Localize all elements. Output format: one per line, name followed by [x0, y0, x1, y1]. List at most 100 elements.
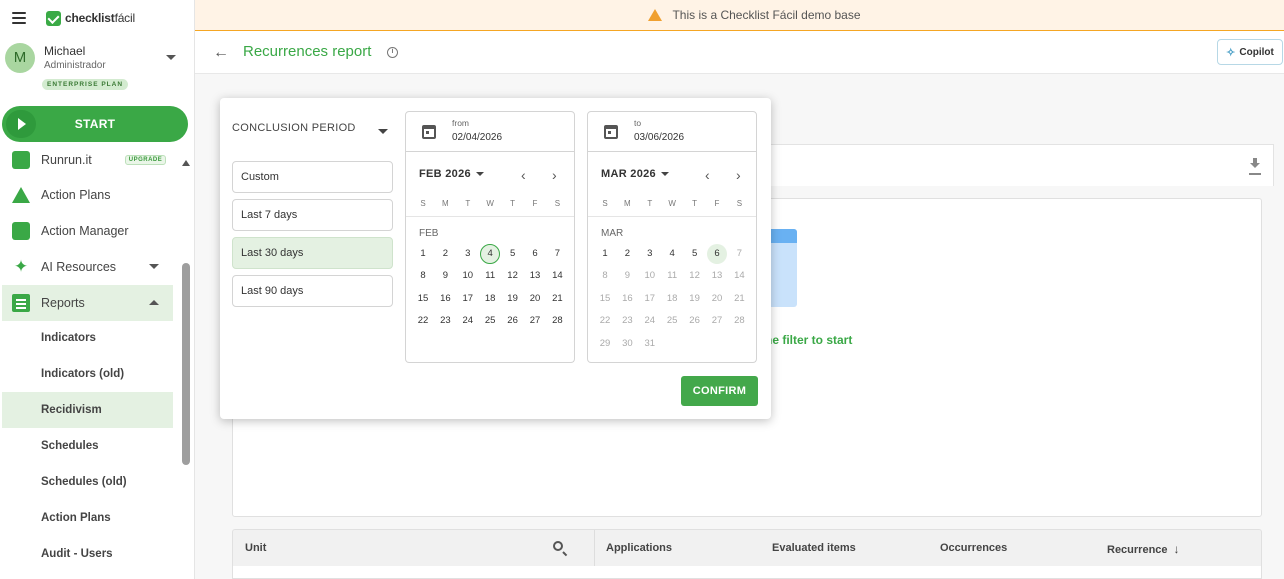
- weekday-label: S: [602, 199, 608, 208]
- calendar-day: 22: [599, 315, 611, 327]
- sidebar-subitem-recidivism[interactable]: Recidivism: [2, 392, 173, 428]
- chevron-down-icon[interactable]: [166, 55, 176, 60]
- calendar-day[interactable]: 25: [480, 311, 500, 331]
- logo: checklistfácil: [46, 10, 135, 26]
- search-icon[interactable]: [553, 541, 563, 551]
- calendar-day[interactable]: 1: [595, 244, 615, 264]
- period-type-select[interactable]: CONCLUSION PERIOD: [232, 122, 390, 142]
- avatar: M: [5, 43, 35, 73]
- calendar-day[interactable]: 4: [480, 244, 501, 264]
- calendar-day[interactable]: 2: [435, 244, 455, 264]
- calendar-day[interactable]: 24: [458, 311, 478, 331]
- info-icon[interactable]: i: [387, 47, 398, 58]
- preset-last-7-days[interactable]: Last 7 days: [232, 199, 393, 231]
- calendar-day[interactable]: 14: [547, 266, 567, 286]
- weekday-label: S: [736, 199, 743, 208]
- sidebar-item-action-plans[interactable]: Action Plans: [2, 177, 173, 213]
- calendar-day[interactable]: 12: [503, 266, 523, 286]
- back-arrow-icon[interactable]: ←: [213, 45, 229, 61]
- next-month-icon[interactable]: ›: [736, 168, 741, 182]
- calendar-day: 17: [644, 292, 656, 304]
- weekday-label: W: [486, 199, 494, 208]
- calendar-day[interactable]: 22: [413, 311, 433, 331]
- column-header-recurrence-label: Recurrence: [1107, 544, 1168, 556]
- calendar-day[interactable]: 15: [413, 289, 433, 309]
- kanban-icon: [12, 222, 30, 240]
- prev-month-icon[interactable]: ‹: [705, 168, 710, 182]
- calendar-day[interactable]: 4: [662, 244, 682, 264]
- calendar-day: 30: [622, 337, 633, 349]
- calendar-day[interactable]: 9: [435, 266, 455, 286]
- month-selector[interactable]: MAR 2026: [601, 168, 669, 180]
- calendar-day[interactable]: 21: [547, 289, 567, 309]
- calendar-day[interactable]: 11: [480, 266, 500, 286]
- from-label: from: [452, 118, 469, 128]
- calendar-day[interactable]: 16: [435, 289, 455, 309]
- calendar-day[interactable]: 28: [547, 311, 567, 331]
- user-role: Administrador: [44, 60, 106, 71]
- download-icon-base: [1249, 173, 1261, 175]
- calendar-day[interactable]: 13: [525, 266, 545, 286]
- to-value: 03/06/2026: [634, 132, 685, 143]
- calendar-day[interactable]: 2: [617, 244, 637, 264]
- sidebar-item-reports[interactable]: Reports: [2, 285, 173, 321]
- chevron-down-icon[interactable]: [378, 129, 388, 134]
- sidebar-item-runrun[interactable]: Runrun.it UPGRADE: [2, 150, 173, 178]
- sidebar-subitem-audit-users[interactable]: Audit - Users: [2, 536, 173, 572]
- calendar-day[interactable]: 20: [525, 289, 545, 309]
- calendar-day[interactable]: 5: [503, 244, 523, 264]
- calendar-day[interactable]: 18: [480, 289, 500, 309]
- column-header-evaluated-items[interactable]: Evaluated items: [772, 542, 856, 554]
- calendar-day[interactable]: 19: [503, 289, 523, 309]
- confirm-button[interactable]: CONFIRM: [681, 376, 758, 406]
- checklist-logo-icon: [46, 10, 61, 26]
- calendar-day: 23: [622, 315, 633, 327]
- to-date-field[interactable]: to 03/06/2026: [587, 111, 757, 152]
- sidebar-subitem-indicators[interactable]: Indicators: [2, 320, 173, 356]
- download-icon[interactable]: [1249, 158, 1261, 172]
- menu-icon[interactable]: [12, 12, 26, 24]
- month-selector[interactable]: FEB 2026: [419, 168, 484, 180]
- scrollbar-thumb[interactable]: [182, 263, 190, 465]
- weekday-label: T: [510, 199, 516, 208]
- sort-down-icon[interactable]: ↓: [1174, 542, 1180, 556]
- calendar-day[interactable]: 10: [458, 266, 478, 286]
- column-header-occurrences[interactable]: Occurrences: [940, 542, 1007, 554]
- sidebar-item-label: Action Manager: [41, 224, 129, 238]
- sidebar-item-ai-resources[interactable]: ✦ AI Resources: [2, 249, 173, 285]
- calendar-day[interactable]: 7: [547, 244, 567, 264]
- sidebar-item-action-manager[interactable]: Action Manager: [2, 213, 173, 249]
- preset-last-30-days[interactable]: Last 30 days: [232, 237, 393, 269]
- calendar-day[interactable]: 26: [503, 311, 523, 331]
- calendar-day[interactable]: 5: [685, 244, 705, 264]
- calendar-day[interactable]: 23: [435, 311, 455, 331]
- weekday-label: T: [692, 199, 698, 208]
- sidebar-subitem-action-plans[interactable]: Action Plans: [2, 500, 173, 536]
- sidebar-subitem-indicators-old[interactable]: Indicators (old): [2, 356, 173, 392]
- calendar-day[interactable]: 1: [413, 244, 433, 264]
- prev-month-icon[interactable]: ‹: [521, 168, 526, 182]
- user-menu[interactable]: M Michael Administrador ENTERPRISE PLAN: [5, 42, 185, 94]
- preset-custom[interactable]: Custom: [232, 161, 393, 193]
- scroll-up-icon[interactable]: [182, 160, 190, 166]
- calendar-day[interactable]: 3: [458, 244, 478, 264]
- column-header-recurrence[interactable]: Recurrence ↓: [1107, 542, 1180, 556]
- start-button[interactable]: START: [2, 106, 188, 142]
- warning-icon: [648, 9, 663, 21]
- calendar-day[interactable]: 8: [413, 266, 433, 286]
- calendar-day[interactable]: 27: [525, 311, 545, 331]
- calendar-day[interactable]: 6: [707, 244, 727, 264]
- copilot-button[interactable]: ✧ Copilot: [1217, 39, 1283, 65]
- calendar-day: 21: [734, 292, 745, 304]
- calendar-day[interactable]: 3: [640, 244, 660, 264]
- column-header-applications[interactable]: Applications: [606, 542, 672, 554]
- chevron-up-icon: [149, 300, 159, 305]
- calendar-day[interactable]: 17: [458, 289, 478, 309]
- sidebar-subitem-schedules-old[interactable]: Schedules (old): [2, 464, 173, 500]
- sidebar-scrollbar[interactable]: [181, 155, 191, 579]
- calendar-day[interactable]: 6: [525, 244, 545, 264]
- sidebar-subitem-schedules[interactable]: Schedules: [2, 428, 173, 464]
- from-date-field[interactable]: from 02/04/2026: [405, 111, 575, 152]
- preset-last-90-days[interactable]: Last 90 days: [232, 275, 393, 307]
- next-month-icon[interactable]: ›: [552, 168, 557, 182]
